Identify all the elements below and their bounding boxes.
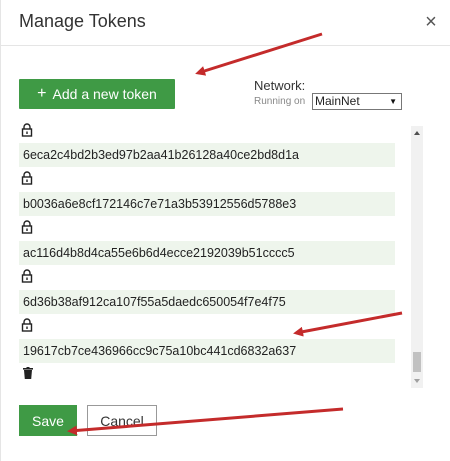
tokens-scrollbar[interactable] bbox=[411, 126, 423, 388]
chevron-down-icon: ▼ bbox=[389, 97, 397, 106]
lock-icon[interactable] bbox=[21, 123, 33, 137]
network-select-value: MainNet bbox=[315, 94, 360, 108]
lock-icon[interactable] bbox=[21, 171, 33, 185]
cancel-button[interactable]: Cancel bbox=[87, 405, 157, 436]
token-address-row[interactable]: ac116d4b8d4ca55e6b6d4ecce2192039b51cccc5 bbox=[19, 241, 395, 265]
token-address-row[interactable]: 6eca2c4bd2b3ed97b2aa41b26128a40ce2bd8d1a bbox=[19, 143, 395, 167]
add-token-label: Add a new token bbox=[52, 86, 157, 102]
dialog-header: Manage Tokens × bbox=[1, 0, 450, 46]
token-address-row[interactable]: 19617cb7ce436966cc9c75a10bc441cd6832a637 bbox=[19, 339, 395, 363]
scroll-thumb[interactable] bbox=[413, 352, 421, 372]
tokens-list: 6eca2c4bd2b3ed97b2aa41b26128a40ce2bd8d1a… bbox=[19, 120, 397, 385]
running-on-label: Running on bbox=[254, 96, 306, 107]
lock-icon[interactable] bbox=[21, 269, 33, 283]
trash-icon[interactable] bbox=[23, 367, 33, 379]
dialog-title: Manage Tokens bbox=[19, 11, 146, 31]
lock-icon[interactable] bbox=[21, 318, 33, 332]
lock-icon[interactable] bbox=[21, 220, 33, 234]
save-button[interactable]: Save bbox=[19, 405, 77, 436]
plus-icon: + bbox=[37, 85, 47, 102]
scroll-up-icon[interactable] bbox=[413, 129, 421, 137]
token-address-row[interactable]: b0036a6e8cf172146c7e71a3b53912556d5788e3 bbox=[19, 192, 395, 216]
network-select[interactable]: MainNet ▼ bbox=[312, 93, 402, 110]
add-token-button[interactable]: + Add a new token bbox=[19, 79, 175, 109]
scroll-down-icon[interactable] bbox=[413, 377, 421, 385]
token-address-row[interactable]: 6d36b38af912ca107f55a5daedc650054f7e4f75 bbox=[19, 290, 395, 314]
close-button[interactable]: × bbox=[423, 12, 439, 32]
network-label: Network: bbox=[254, 78, 306, 93]
manage-tokens-dialog: Manage Tokens × + Add a new token Networ… bbox=[0, 0, 450, 461]
